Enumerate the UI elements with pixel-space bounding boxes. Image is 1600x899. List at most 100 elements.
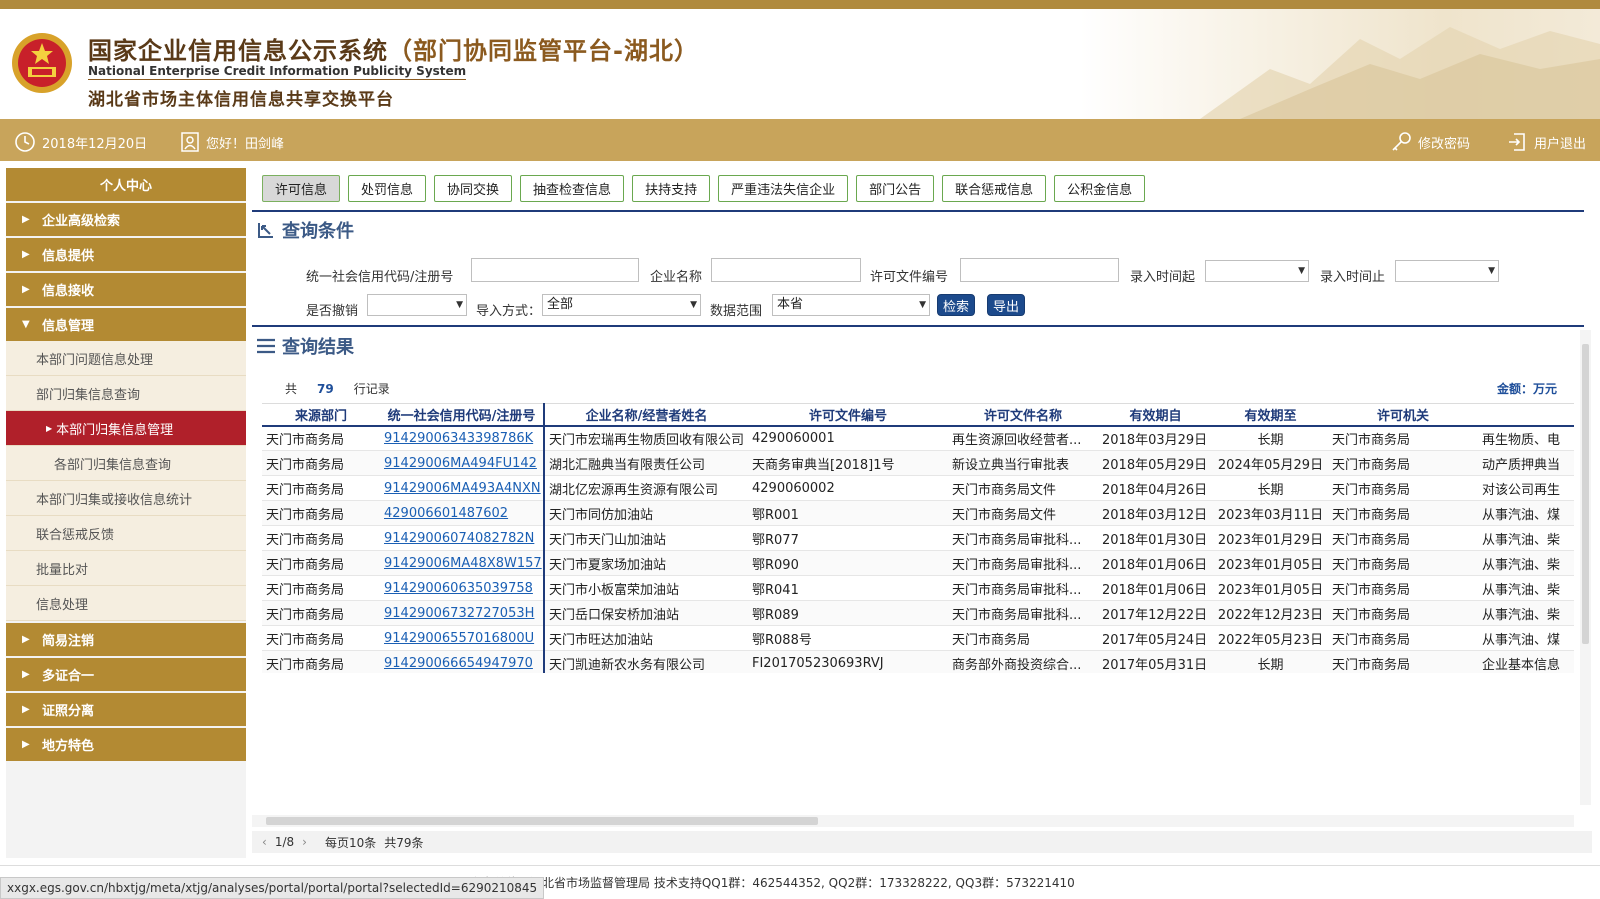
col-header-valid-from[interactable]: 有效期自 bbox=[1098, 403, 1213, 427]
cell-credit-code[interactable]: 91429006343398786K bbox=[380, 425, 545, 451]
sidebar-subitem-info-process[interactable]: 信息处理 bbox=[6, 586, 246, 621]
prev-page-icon[interactable]: ‹ bbox=[262, 835, 267, 849]
revoked-select[interactable]: ▼ bbox=[367, 294, 467, 316]
logout-label: 用户退出 bbox=[1534, 136, 1587, 152]
table-row[interactable]: 天门市商务局 91429006074082782N 天门市天门山加油站 鄂R077 天门… bbox=[262, 525, 1574, 551]
tab-support[interactable]: 扶持支持 bbox=[632, 175, 711, 202]
col-header-valid-to[interactable]: 有效期至 bbox=[1213, 403, 1328, 427]
greeting-text: 您好！田剑峰 bbox=[206, 136, 285, 152]
tab-dept-notice[interactable]: 部门公告 bbox=[856, 175, 935, 202]
cell-scope: 对该公司再生 bbox=[1478, 475, 1574, 501]
cell-credit-code[interactable]: 91429006MA48X8W157 bbox=[380, 550, 545, 576]
sidebar: 个人中心 ▶ 企业高级检索 ▶ 信息提供 ▶ 信息接收 ▼ 信息管理 本部门问题信息处理… bbox=[6, 168, 246, 858]
entry-end-select[interactable]: ▼ bbox=[1395, 260, 1499, 282]
table-row[interactable]: 天门市商务局 914290060635039758 天门市小板富荣加油站 鄂R041 天… bbox=[262, 575, 1574, 601]
sidebar-subitem-batch-compare[interactable]: 批量比对 bbox=[6, 551, 246, 586]
cell-company-name: 湖北汇融典当有限责任公司 bbox=[544, 450, 748, 476]
cell-permit-name: 天门市商务局文件 bbox=[948, 500, 1098, 526]
tab-housing-fund[interactable]: 公积金信息 bbox=[1054, 175, 1146, 202]
tab-spot-check-info[interactable]: 抽查检查信息 bbox=[520, 175, 625, 202]
table-row[interactable]: 天门市商务局 914290066654947970 天门凯迪新农水务有限公司 FI20… bbox=[262, 650, 1574, 673]
cell-valid-to: 2023年01月29日 bbox=[1213, 525, 1328, 551]
cell-permit-name: 新设立典当行审批表 bbox=[948, 450, 1098, 476]
cell-permit-number: FI201705230693RVJ bbox=[748, 650, 948, 673]
import-method-select[interactable]: 全部 ▼ bbox=[542, 294, 701, 316]
amount-unit: 金额：万元 bbox=[1497, 382, 1558, 396]
sidebar-item-info-management[interactable]: ▼ 信息管理 bbox=[6, 308, 246, 341]
sidebar-item-label: 本部门归集信息管理 bbox=[56, 422, 174, 438]
sidebar-subitem-collected-query[interactable]: 部门归集信息查询 bbox=[6, 376, 246, 411]
sidebar-item-personal-center[interactable]: 个人中心 bbox=[6, 168, 246, 201]
sidebar-item-info-provide[interactable]: ▶ 信息提供 bbox=[6, 238, 246, 271]
cell-scope: 企业基本信息 bbox=[1478, 650, 1574, 673]
sidebar-subitem-collected-management[interactable]: ▶ 本部门归集信息管理 bbox=[6, 411, 246, 446]
table-row[interactable]: 天门市商务局 91429006MA494FU142 湖北汇融典当有限责任公司 天商务审… bbox=[262, 450, 1574, 476]
sidebar-item-label: 信息管理 bbox=[42, 319, 95, 334]
search-button[interactable]: 检索 bbox=[937, 294, 975, 316]
permit-number-input[interactable] bbox=[960, 258, 1119, 282]
next-page-icon[interactable]: › bbox=[302, 835, 307, 849]
sidebar-subitem-all-dept-query[interactable]: 各部门归集信息查询 bbox=[6, 446, 246, 481]
sidebar-item-simple-cancellation[interactable]: ▶ 简易注销 bbox=[6, 623, 246, 656]
col-header-permit-number[interactable]: 许可文件编号 bbox=[748, 403, 948, 427]
credit-code-input[interactable] bbox=[471, 258, 639, 282]
mountain-background bbox=[1080, 9, 1600, 119]
page-indicator: 1/8 bbox=[274, 835, 295, 849]
sidebar-subitem-joint-punish-feedback[interactable]: 联合惩戒反馈 bbox=[6, 516, 246, 551]
cell-permit-number: 鄂R001 bbox=[748, 500, 948, 526]
tab-joint-punishment[interactable]: 联合惩戒信息 bbox=[942, 175, 1047, 202]
scroll-thumb[interactable] bbox=[266, 817, 818, 825]
cell-permit-authority: 天门市商务局 bbox=[1328, 425, 1478, 451]
sidebar-item-multi-cert[interactable]: ▶ 多证合一 bbox=[6, 658, 246, 691]
export-button[interactable]: 导出 bbox=[987, 294, 1025, 316]
entry-start-select[interactable]: ▼ bbox=[1205, 260, 1309, 282]
cell-credit-code[interactable]: 91429006MA493A4NXN bbox=[380, 475, 545, 501]
sidebar-item-label: 证照分离 bbox=[42, 704, 95, 719]
cell-credit-code[interactable]: 91429006074082782N bbox=[380, 525, 545, 551]
horizontal-scrollbar[interactable] bbox=[252, 815, 1574, 827]
cell-credit-code[interactable]: 91429006732727053H bbox=[380, 600, 545, 626]
sidebar-item-label: 信息提供 bbox=[42, 249, 95, 264]
table-row[interactable]: 天门市商务局 91429006732727053H 天门岳口保安桥加油站 鄂R089 天… bbox=[262, 600, 1574, 626]
cell-scope: 从事汽油、煤 bbox=[1478, 625, 1574, 651]
tab-serious-violation[interactable]: 严重违法失信企业 bbox=[718, 175, 849, 202]
change-password-link[interactable]: 修改密码 bbox=[1390, 131, 1470, 153]
logout-link[interactable]: 用户退出 bbox=[1506, 131, 1586, 153]
table-row[interactable]: 天门市商务局 91429006MA493A4NXN 湖北亿宏源再生资源有限公司 429… bbox=[262, 475, 1574, 501]
tab-penalty-info[interactable]: 处罚信息 bbox=[348, 175, 427, 202]
vertical-scrollbar[interactable] bbox=[1580, 330, 1591, 805]
sidebar-item-cert-separation[interactable]: ▶ 证照分离 bbox=[6, 693, 246, 726]
cell-credit-code[interactable]: 914290066654947970 bbox=[380, 650, 545, 673]
scroll-thumb[interactable] bbox=[1582, 344, 1589, 644]
cell-permit-number: 鄂R077 bbox=[748, 525, 948, 551]
col-header-permit-authority[interactable]: 许可机关 bbox=[1328, 403, 1478, 427]
sidebar-subitem-statistics[interactable]: 本部门归集或接收信息统计 bbox=[6, 481, 246, 516]
tab-permit-info[interactable]: 许可信息 bbox=[262, 175, 341, 202]
sidebar-item-info-receive[interactable]: ▶ 信息接收 bbox=[6, 273, 246, 306]
col-header-company-name[interactable]: 企业名称/经营者姓名 bbox=[544, 403, 748, 427]
col-header-source-dept[interactable]: 来源部门 bbox=[262, 403, 380, 427]
section-title-text: 查询条件 bbox=[282, 221, 354, 242]
tab-collaborative-exchange[interactable]: 协同交换 bbox=[434, 175, 513, 202]
cell-credit-code[interactable]: 91429006557016800U bbox=[380, 625, 545, 651]
cell-company-name: 天门市宏瑞再生物质回收有限公司 bbox=[544, 425, 748, 451]
cell-credit-code[interactable]: 91429006MA494FU142 bbox=[380, 450, 545, 476]
cell-credit-code[interactable]: 914290060635039758 bbox=[380, 575, 545, 601]
sidebar-item-advanced-search[interactable]: ▶ 企业高级检索 bbox=[6, 203, 246, 236]
table-row[interactable]: 天门市商务局 91429006557016800U 天门市旺达加油站 鄂R088号 天门… bbox=[262, 625, 1574, 651]
cell-permit-authority: 天门市商务局 bbox=[1328, 575, 1478, 601]
caret-right-icon: ▶ bbox=[22, 634, 30, 645]
sidebar-subitem-issue-handling[interactable]: 本部门问题信息处理 bbox=[6, 341, 246, 376]
site-title: 国家企业信用信息公示系统（部门协同监管平台-湖北） bbox=[88, 37, 699, 65]
table-row[interactable]: 天门市商务局 429006601487602 天门市同仿加油站 鄂R001 天门市商务局… bbox=[262, 500, 1574, 526]
cell-valid-from: 2017年05月24日 bbox=[1098, 625, 1213, 651]
col-header-credit-code[interactable]: 统一社会信用代码/注册号 bbox=[380, 403, 545, 427]
col-header-permit-name[interactable]: 许可文件名称 bbox=[948, 403, 1098, 427]
data-scope-select[interactable]: 本省 ▼ bbox=[772, 294, 930, 316]
sidebar-item-local-features[interactable]: ▶ 地方特色 bbox=[6, 728, 246, 761]
company-name-input[interactable] bbox=[711, 258, 861, 282]
cell-permit-authority: 天门市商务局 bbox=[1328, 625, 1478, 651]
table-row[interactable]: 天门市商务局 91429006MA48X8W157 天门市夏家场加油站 鄂R090 天门… bbox=[262, 550, 1574, 576]
cell-credit-code[interactable]: 429006601487602 bbox=[380, 500, 545, 526]
table-row[interactable]: 天门市商务局 91429006343398786K 天门市宏瑞再生物质回收有限公司 4… bbox=[262, 425, 1574, 451]
